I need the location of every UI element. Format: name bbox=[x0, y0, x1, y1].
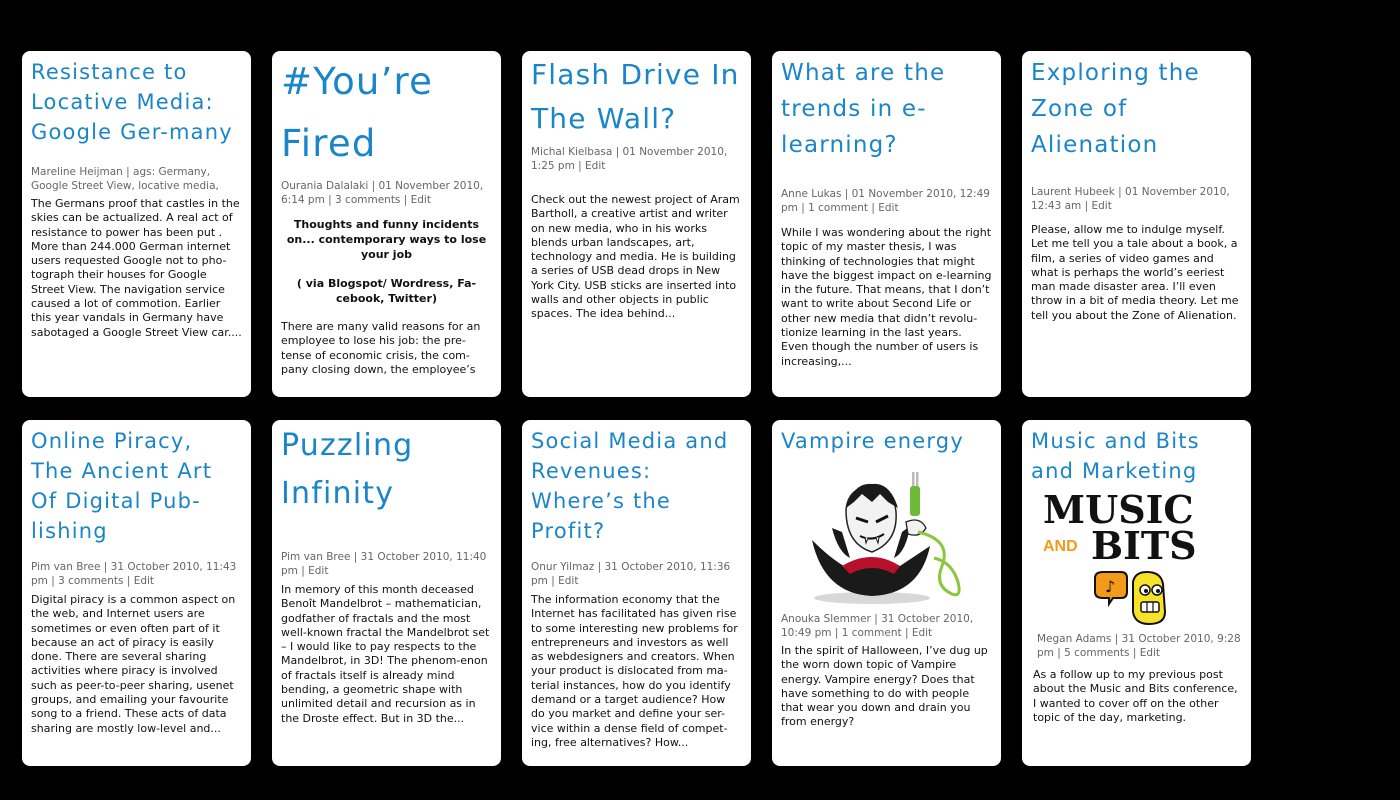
edit-link[interactable]: Edit bbox=[411, 194, 431, 206]
music-and-bits-logo: MUSIC AND BITS ♪ bbox=[1031, 490, 1242, 630]
post-excerpt: In the spirit of Halloween, I’ve dug up … bbox=[781, 644, 988, 729]
post-title[interactable]: Flash Drive In The Wall? bbox=[531, 53, 742, 141]
post-title[interactable]: Puzzling Infinity bbox=[281, 422, 492, 518]
post-meta: Anne Lukas | 01 November 2010, 12:49 pm … bbox=[781, 188, 990, 214]
post-card: Social Media and Revenues: Where’s the P… bbox=[522, 420, 751, 766]
post-meta: Pim van Bree | 31 October 2010, 11:40 pm… bbox=[281, 551, 487, 577]
edit-link[interactable]: Edit bbox=[1140, 647, 1160, 659]
post-title[interactable]: Online Piracy, The Ancient Art Of Digita… bbox=[31, 426, 242, 546]
edit-link[interactable]: Edit bbox=[1091, 200, 1111, 212]
post-excerpt: The Germans proof that castles in the sk… bbox=[31, 197, 242, 339]
robot-mascot-icon: ♪ bbox=[1094, 570, 1167, 626]
post-card: #You’re Fired Ourania Dalalaki | 01 Nove… bbox=[272, 51, 501, 397]
post-title[interactable]: What are the trends in e-learning? bbox=[781, 55, 992, 163]
post-subtitle-2: ( via Blogspot/ Wordress, Fa-cebook, Twi… bbox=[296, 277, 477, 305]
post-meta: Pim van Bree | 31 October 2010, 11:43 pm… bbox=[31, 561, 237, 587]
post-meta: Mareline Heijman | ags: Germany, Google … bbox=[31, 166, 219, 192]
post-title[interactable]: Social Media and Revenues: Where’s the P… bbox=[531, 426, 742, 546]
post-meta: Onur Yilmaz | 31 October 2010, 11:36 pm … bbox=[531, 561, 731, 587]
post-card: Exploring the Zone of Alienation Laurent… bbox=[1022, 51, 1251, 397]
post-title[interactable]: Vampire energy bbox=[781, 426, 992, 456]
comments-link[interactable]: 3 comments bbox=[335, 194, 400, 206]
edit-link[interactable]: Edit bbox=[585, 160, 605, 172]
edit-link[interactable]: Edit bbox=[134, 575, 154, 587]
comments-link[interactable]: 5 comments bbox=[1064, 647, 1129, 659]
post-date: Michal Kielbasa | 01 November 2010, 1:25… bbox=[531, 146, 728, 172]
post-excerpt: There are many valid reasons for an empl… bbox=[281, 320, 481, 376]
post-card: Puzzling Infinity Pim van Bree | 31 Octo… bbox=[272, 420, 501, 766]
comments-link[interactable]: 3 comments bbox=[58, 575, 123, 587]
vampire-illustration bbox=[811, 472, 961, 604]
post-card: Flash Drive In The Wall? Michal Kielbasa… bbox=[522, 51, 751, 397]
post-card: Music and Bits and Marketing MUSIC AND B… bbox=[1022, 420, 1251, 766]
post-excerpt: Digital piracy is a common aspect on the… bbox=[31, 593, 236, 735]
post-meta: Michal Kielbasa | 01 November 2010, 1:25… bbox=[531, 146, 728, 172]
post-excerpt: As a follow up to my previous post about… bbox=[1033, 668, 1238, 724]
edit-link[interactable]: Edit bbox=[558, 575, 578, 587]
edit-link[interactable]: Edit bbox=[878, 202, 898, 214]
post-card: Resistance to Locative Media: Google Ger… bbox=[22, 51, 251, 397]
logo-text-bits: BITS bbox=[1091, 523, 1197, 568]
post-card: What are the trends in e-learning? Anne … bbox=[772, 51, 1001, 397]
post-date: Laurent Hubeek | 01 November 2010, 12:43… bbox=[1031, 186, 1230, 212]
post-excerpt: Please, allow me to indulge myself. Let … bbox=[1031, 223, 1239, 322]
svg-text:♪: ♪ bbox=[1105, 577, 1115, 596]
post-meta: Megan Adams | 31 October 2010, 9:28 pm |… bbox=[1037, 633, 1241, 659]
post-excerpt: While I was wondering about the right to… bbox=[781, 226, 992, 368]
post-excerpt: The information economy that the Interne… bbox=[531, 593, 738, 749]
post-title[interactable]: Resistance to Locative Media: Google Ger… bbox=[31, 57, 242, 147]
post-subtitle: Thoughts and funny incidents on... conte… bbox=[286, 218, 487, 261]
edit-link[interactable]: Edit bbox=[912, 627, 932, 639]
post-excerpt: Check out the newest project of Aram Bar… bbox=[531, 193, 740, 321]
comments-link[interactable]: 1 comment bbox=[842, 627, 902, 639]
post-meta: Anouka Slemmer | 31 October 2010, 10:49 … bbox=[781, 613, 974, 639]
post-card: Vampire energy Anouka Slemmer | 31 Octob… bbox=[772, 420, 1001, 766]
post-meta: Laurent Hubeek | 01 November 2010, 12:43… bbox=[1031, 186, 1230, 212]
post-card: Online Piracy, The Ancient Art Of Digita… bbox=[22, 420, 251, 766]
logo-text-and: AND bbox=[1043, 538, 1078, 555]
post-title[interactable]: Music and Bits and Marketing bbox=[1031, 426, 1242, 486]
edit-link[interactable]: Edit bbox=[308, 565, 328, 577]
post-title[interactable]: Exploring the Zone of Alienation bbox=[1031, 55, 1242, 163]
post-meta: Ourania Dalalaki | 01 November 2010, 6:1… bbox=[281, 180, 484, 206]
comments-link[interactable]: 1 comment bbox=[808, 202, 868, 214]
post-excerpt: In memory of this month deceased Benoît … bbox=[281, 583, 490, 725]
post-title[interactable]: #You’re Fired bbox=[281, 51, 492, 175]
